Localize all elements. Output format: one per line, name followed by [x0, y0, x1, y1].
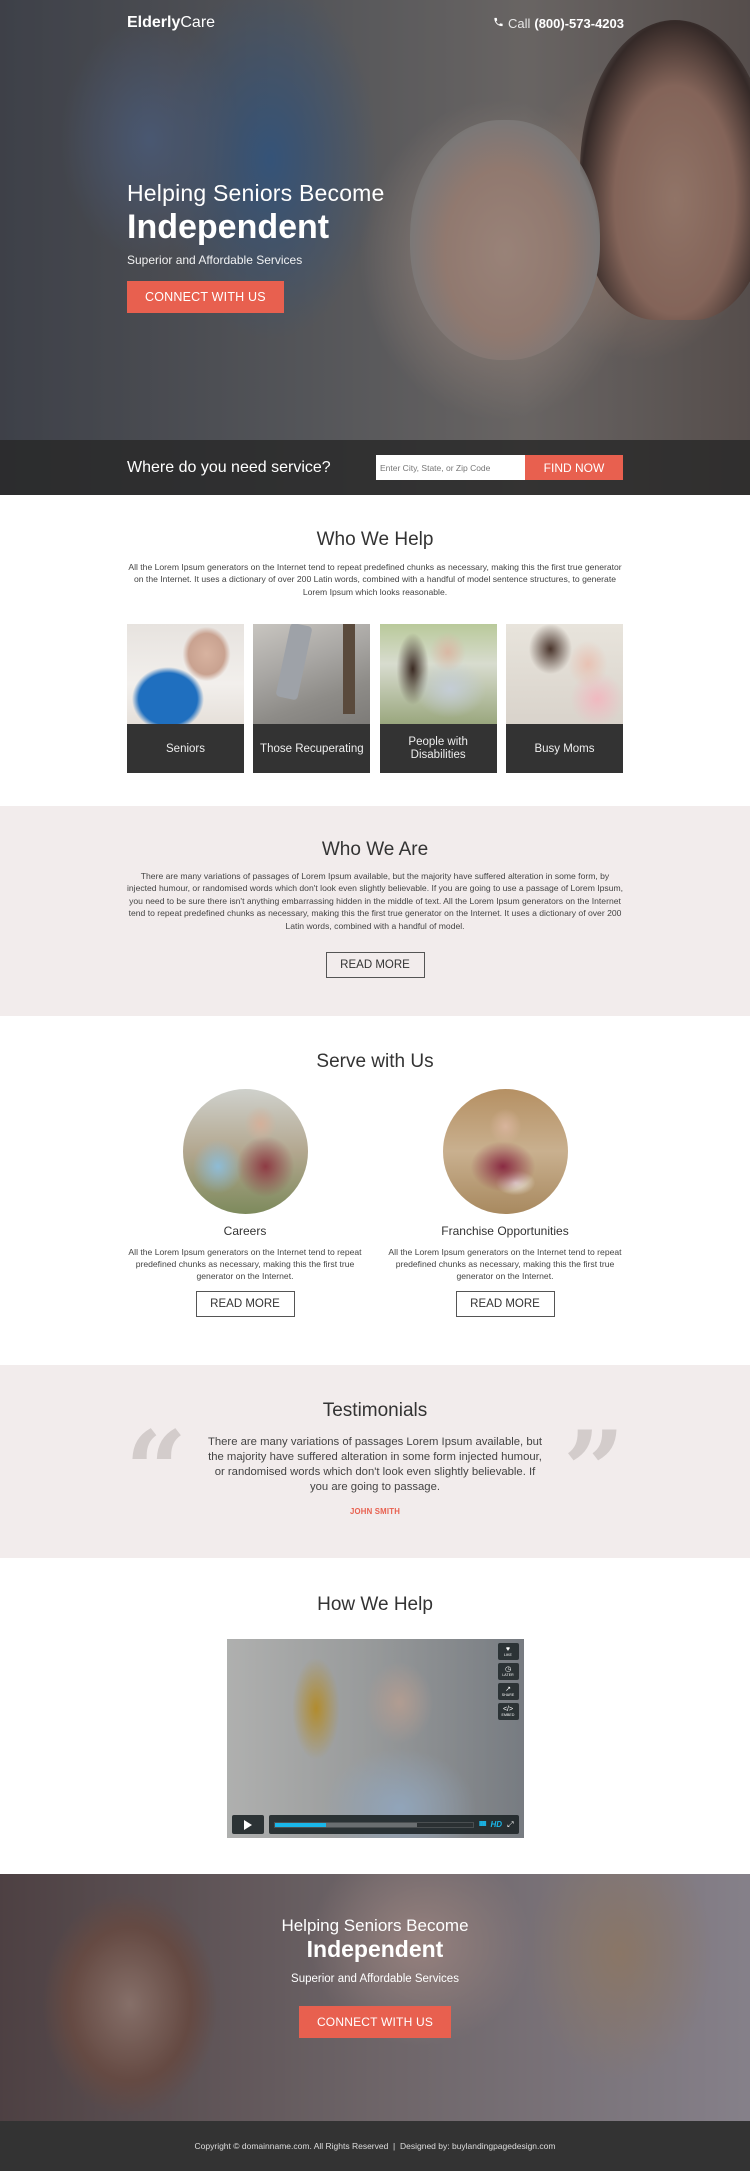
card-label: People with Disabilities — [379, 724, 497, 774]
section-title: Serve with Us — [316, 1051, 434, 1072]
share-icon: ↗ — [505, 1685, 511, 1693]
section-title: Testimonials — [322, 1400, 428, 1421]
franchise-image — [442, 1089, 568, 1214]
call-label: Call — [507, 16, 531, 31]
section-description: All the Lorem Ipsum generators on the In… — [128, 562, 622, 597]
service-search-bar: Where do you need service? FIND NOW — [0, 440, 750, 495]
footer-copyright: Copyright © domainname.com. All Rights R… — [194, 2141, 556, 2151]
volume-icon[interactable]: IIIIIII — [479, 1821, 487, 1828]
clock-icon: ◷ — [504, 1665, 512, 1673]
bottom-headline-bold: Independent — [306, 1936, 444, 1962]
hero-subtitle: Superior and Affordable Services — [127, 253, 303, 267]
testimonial-author: JOHN SMITH — [349, 1506, 401, 1516]
phone-number[interactable]: (800)-573-4203 — [534, 16, 624, 31]
who-we-help-section: Who We Help All the Lorem Ipsum generato… — [0, 495, 750, 806]
who-we-help-cards: Seniors Those Recuperating People with D… — [127, 624, 623, 774]
disabilities-image — [379, 624, 497, 725]
hero-section: ElderlyCare Call (800)-573-4203 Helping … — [0, 0, 750, 495]
share-button[interactable]: ↗ SHARE — [497, 1683, 519, 1700]
video-side-controls: ♥ LIKE ◷ LATER ↗ SHARE </> EMBED — [497, 1643, 519, 1720]
embed-button[interactable]: </> EMBED — [497, 1703, 519, 1720]
like-button[interactable]: ♥ LIKE — [497, 1643, 519, 1660]
card-busy-moms[interactable]: Busy Moms — [505, 624, 623, 774]
careers-read-more-button[interactable]: READ MORE — [195, 1291, 295, 1318]
section-title: Who We Are — [321, 839, 429, 860]
card-label: Those Recuperating — [253, 724, 371, 774]
serve-with-us-section: Serve with Us Careers All the Lorem Ipsu… — [0, 1016, 750, 1365]
bottom-cta-section: Helping Seniors Become Independent Super… — [0, 1874, 750, 2121]
busy-moms-image — [505, 624, 623, 725]
watch-later-button[interactable]: ◷ LATER — [497, 1663, 519, 1680]
play-button[interactable] — [231, 1815, 264, 1834]
franchise-read-more-button[interactable]: READ MORE — [455, 1291, 555, 1318]
read-more-button[interactable]: READ MORE — [325, 952, 425, 979]
close-quote-icon: ” — [562, 1408, 625, 1534]
franchise-column: Franchise Opportunities All the Lorem Ip… — [385, 1089, 625, 1318]
card-those-recuperating[interactable]: Those Recuperating — [253, 624, 371, 774]
seniors-image — [127, 624, 244, 725]
hero-headline-bold: Independent — [127, 208, 330, 246]
location-input[interactable] — [376, 455, 525, 480]
video-progress-bar[interactable] — [273, 1821, 474, 1828]
open-quote-icon: “ — [125, 1408, 188, 1534]
franchise-description: All the Lorem Ipsum generators on the In… — [388, 1247, 622, 1282]
footer: Copyright © domainname.com. All Rights R… — [0, 2121, 750, 2171]
find-now-button[interactable]: FIND NOW — [525, 455, 623, 480]
careers-title: Careers — [223, 1224, 267, 1238]
embed-icon: </> — [502, 1705, 514, 1713]
search-question: Where do you need service? — [127, 458, 331, 476]
bottom-subtitle: Superior and Affordable Services — [291, 1973, 459, 1985]
video-player[interactable]: ♥ LIKE ◷ LATER ↗ SHARE </> EMBED IIIIIII HD … — [226, 1639, 524, 1838]
testimonial-text: There are many variations of passages Lo… — [207, 1436, 543, 1493]
logo[interactable]: ElderlyCare — [127, 14, 215, 32]
how-we-help-section: How We Help ♥ LIKE ◷ LATER ↗ SHARE </> EMBED… — [0, 1558, 750, 1874]
connect-with-us-button[interactable]: CONNECT WITH US — [127, 281, 284, 313]
hero-headline: Helping Seniors Become — [127, 180, 385, 206]
section-title: Who We Help — [316, 529, 434, 550]
video-control-bar: IIIIIII HD ⤢ — [231, 1815, 519, 1834]
bottom-connect-with-us-button[interactable]: CONNECT WITH US — [298, 2006, 452, 2038]
careers-description: All the Lorem Ipsum generators on the In… — [128, 1247, 362, 1282]
phone-icon — [493, 16, 504, 31]
card-label: Busy Moms — [505, 724, 623, 774]
card-seniors[interactable]: Seniors — [127, 624, 244, 774]
testimonials-section: Testimonials “ ” There are many variatio… — [0, 1365, 750, 1558]
careers-column: Careers All the Lorem Ipsum generators o… — [125, 1089, 365, 1318]
play-icon — [243, 1819, 252, 1830]
card-people-with-disabilities[interactable]: People with Disabilities — [379, 624, 497, 774]
careers-image — [182, 1089, 308, 1214]
played-bar — [274, 1822, 327, 1827]
franchise-title: Franchise Opportunities — [441, 1224, 569, 1238]
hd-toggle[interactable]: HD — [491, 1820, 503, 1829]
card-label: Seniors — [127, 724, 244, 774]
bottom-headline: Helping Seniors Become — [281, 1916, 469, 1935]
who-we-are-section: Who We Are There are many variations of … — [0, 806, 750, 1016]
recuperating-image — [253, 624, 371, 725]
fullscreen-icon[interactable]: ⤢ — [507, 1820, 513, 1830]
call-phone[interactable]: Call (800)-573-4203 — [493, 16, 624, 31]
section-title: How We Help — [317, 1594, 433, 1615]
heart-icon: ♥ — [505, 1645, 511, 1653]
hero-text: Helping Seniors Become Independent Super… — [127, 180, 385, 313]
section-description: There are many variations of passages of… — [126, 871, 624, 931]
top-bar: ElderlyCare Call (800)-573-4203 — [0, 0, 750, 50]
